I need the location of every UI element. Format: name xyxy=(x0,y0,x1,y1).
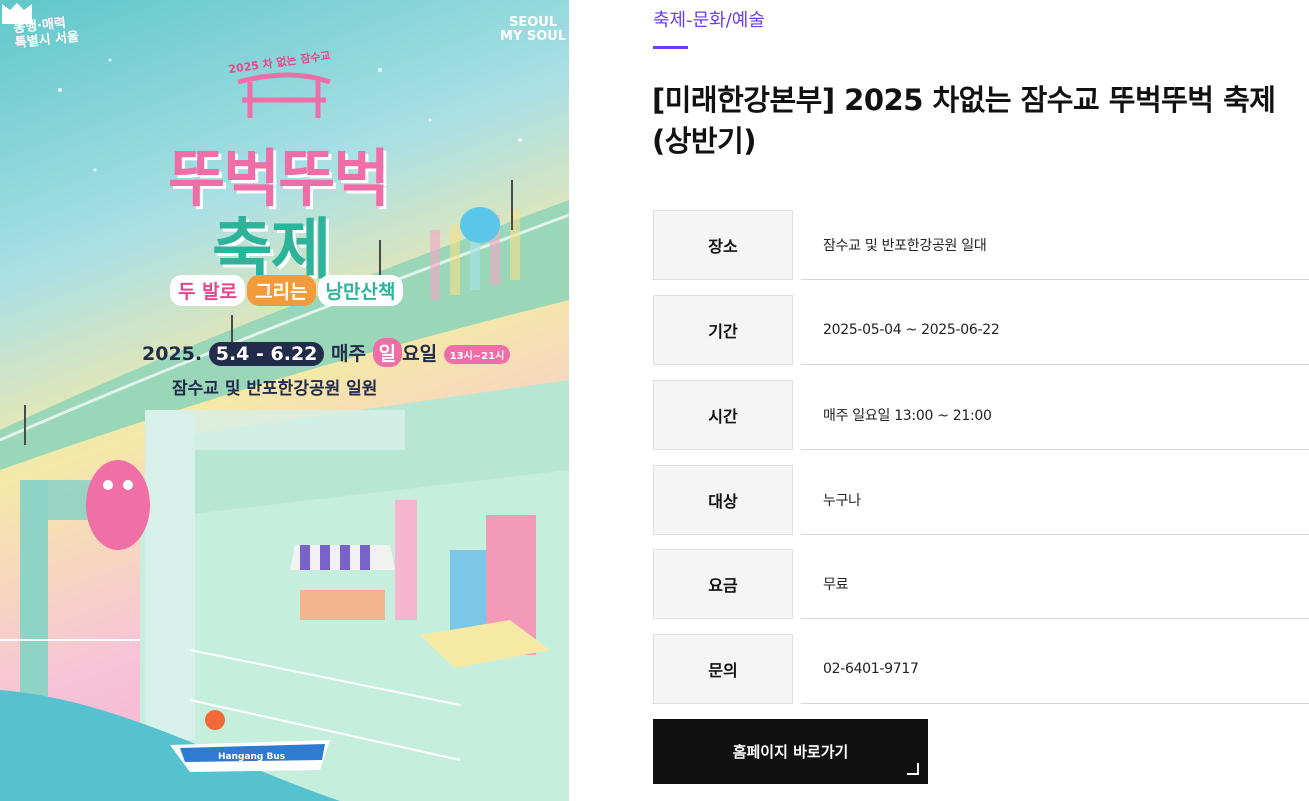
tagline-part1: 두 발로 xyxy=(170,275,246,306)
poster-date-day: 일 xyxy=(372,338,403,367)
poster-date-every: 매주 xyxy=(331,343,366,365)
seoul-logo-line2: MY SOUL xyxy=(500,29,567,44)
info-row-fee: 요금 무료 xyxy=(653,549,1309,619)
info-value: 누구나 xyxy=(801,465,1309,535)
hangang-logo-icon xyxy=(2,3,32,24)
info-label: 시간 xyxy=(653,380,793,450)
info-label: 장소 xyxy=(653,210,793,280)
info-value: 매주 일요일 13:00 ~ 21:00 xyxy=(801,380,1309,450)
info-row-time: 시간 매주 일요일 13:00 ~ 21:00 xyxy=(653,380,1309,450)
info-value: 2025-05-04 ~ 2025-06-22 xyxy=(801,295,1309,365)
homepage-button-label: 홈페이지 바로가기 xyxy=(732,743,849,761)
info-label: 기간 xyxy=(653,295,793,365)
poster-illustration xyxy=(0,58,569,801)
corner-arrow-icon xyxy=(907,763,919,775)
info-row-period: 기간 2025-05-04 ~ 2025-06-22 xyxy=(653,295,1309,365)
seoul-logo-line1: SEOUL xyxy=(509,15,558,30)
poster-place: 잠수교 및 반포한강공원 일원 xyxy=(172,379,378,399)
info-row-location: 장소 잠수교 및 반포한강공원 일대 xyxy=(653,210,1309,280)
poster-tagline: 두 발로 그리는 낭만산책 xyxy=(170,275,405,306)
info-label: 대상 xyxy=(653,465,793,535)
category-underline xyxy=(653,46,688,49)
info-label: 요금 xyxy=(653,549,793,619)
info-label: 문의 xyxy=(653,634,793,704)
poster-date-range: 5.4 - 6.22 xyxy=(208,342,325,366)
info-row-target: 대상 누구나 xyxy=(653,465,1309,535)
info-value: 무료 xyxy=(801,549,1309,619)
poster-date-time: 13시~21시 xyxy=(443,345,511,364)
poster-date: 2025. 5.4 - 6.22 매주 일 요일 13시~21시 xyxy=(142,338,511,367)
tagline-part2: 그리는 xyxy=(247,275,316,306)
poster-date-day-suffix: 요일 xyxy=(402,343,438,365)
event-title: [미래한강본부] 2025 차없는 잠수교 뚜벅뚜벅 축제 (상반기) xyxy=(652,83,1276,158)
info-value: 02-6401-9717 xyxy=(801,634,1309,704)
info-row-contact: 문의 02-6401-9717 xyxy=(653,634,1309,704)
poster-bus-label: Hangang Bus xyxy=(218,752,286,762)
seoul-my-soul-logo: SEOUL MY SOUL xyxy=(500,16,566,44)
event-category: 축제-문화/예술 xyxy=(653,10,765,31)
homepage-link-button[interactable]: 홈페이지 바로가기 xyxy=(653,719,928,784)
tagline-part3: 낭만산책 xyxy=(317,275,404,306)
poster-date-year: 2025. xyxy=(142,343,203,365)
info-value: 잠수교 및 반포한강공원 일대 xyxy=(801,210,1309,280)
event-poster: 동행·매력 특별시 서울 SEOUL MY SOUL 2025 차 없는 잠수교… xyxy=(0,0,569,801)
event-detail-page: 동행·매력 특별시 서울 SEOUL MY SOUL 2025 차 없는 잠수교… xyxy=(0,0,1309,801)
